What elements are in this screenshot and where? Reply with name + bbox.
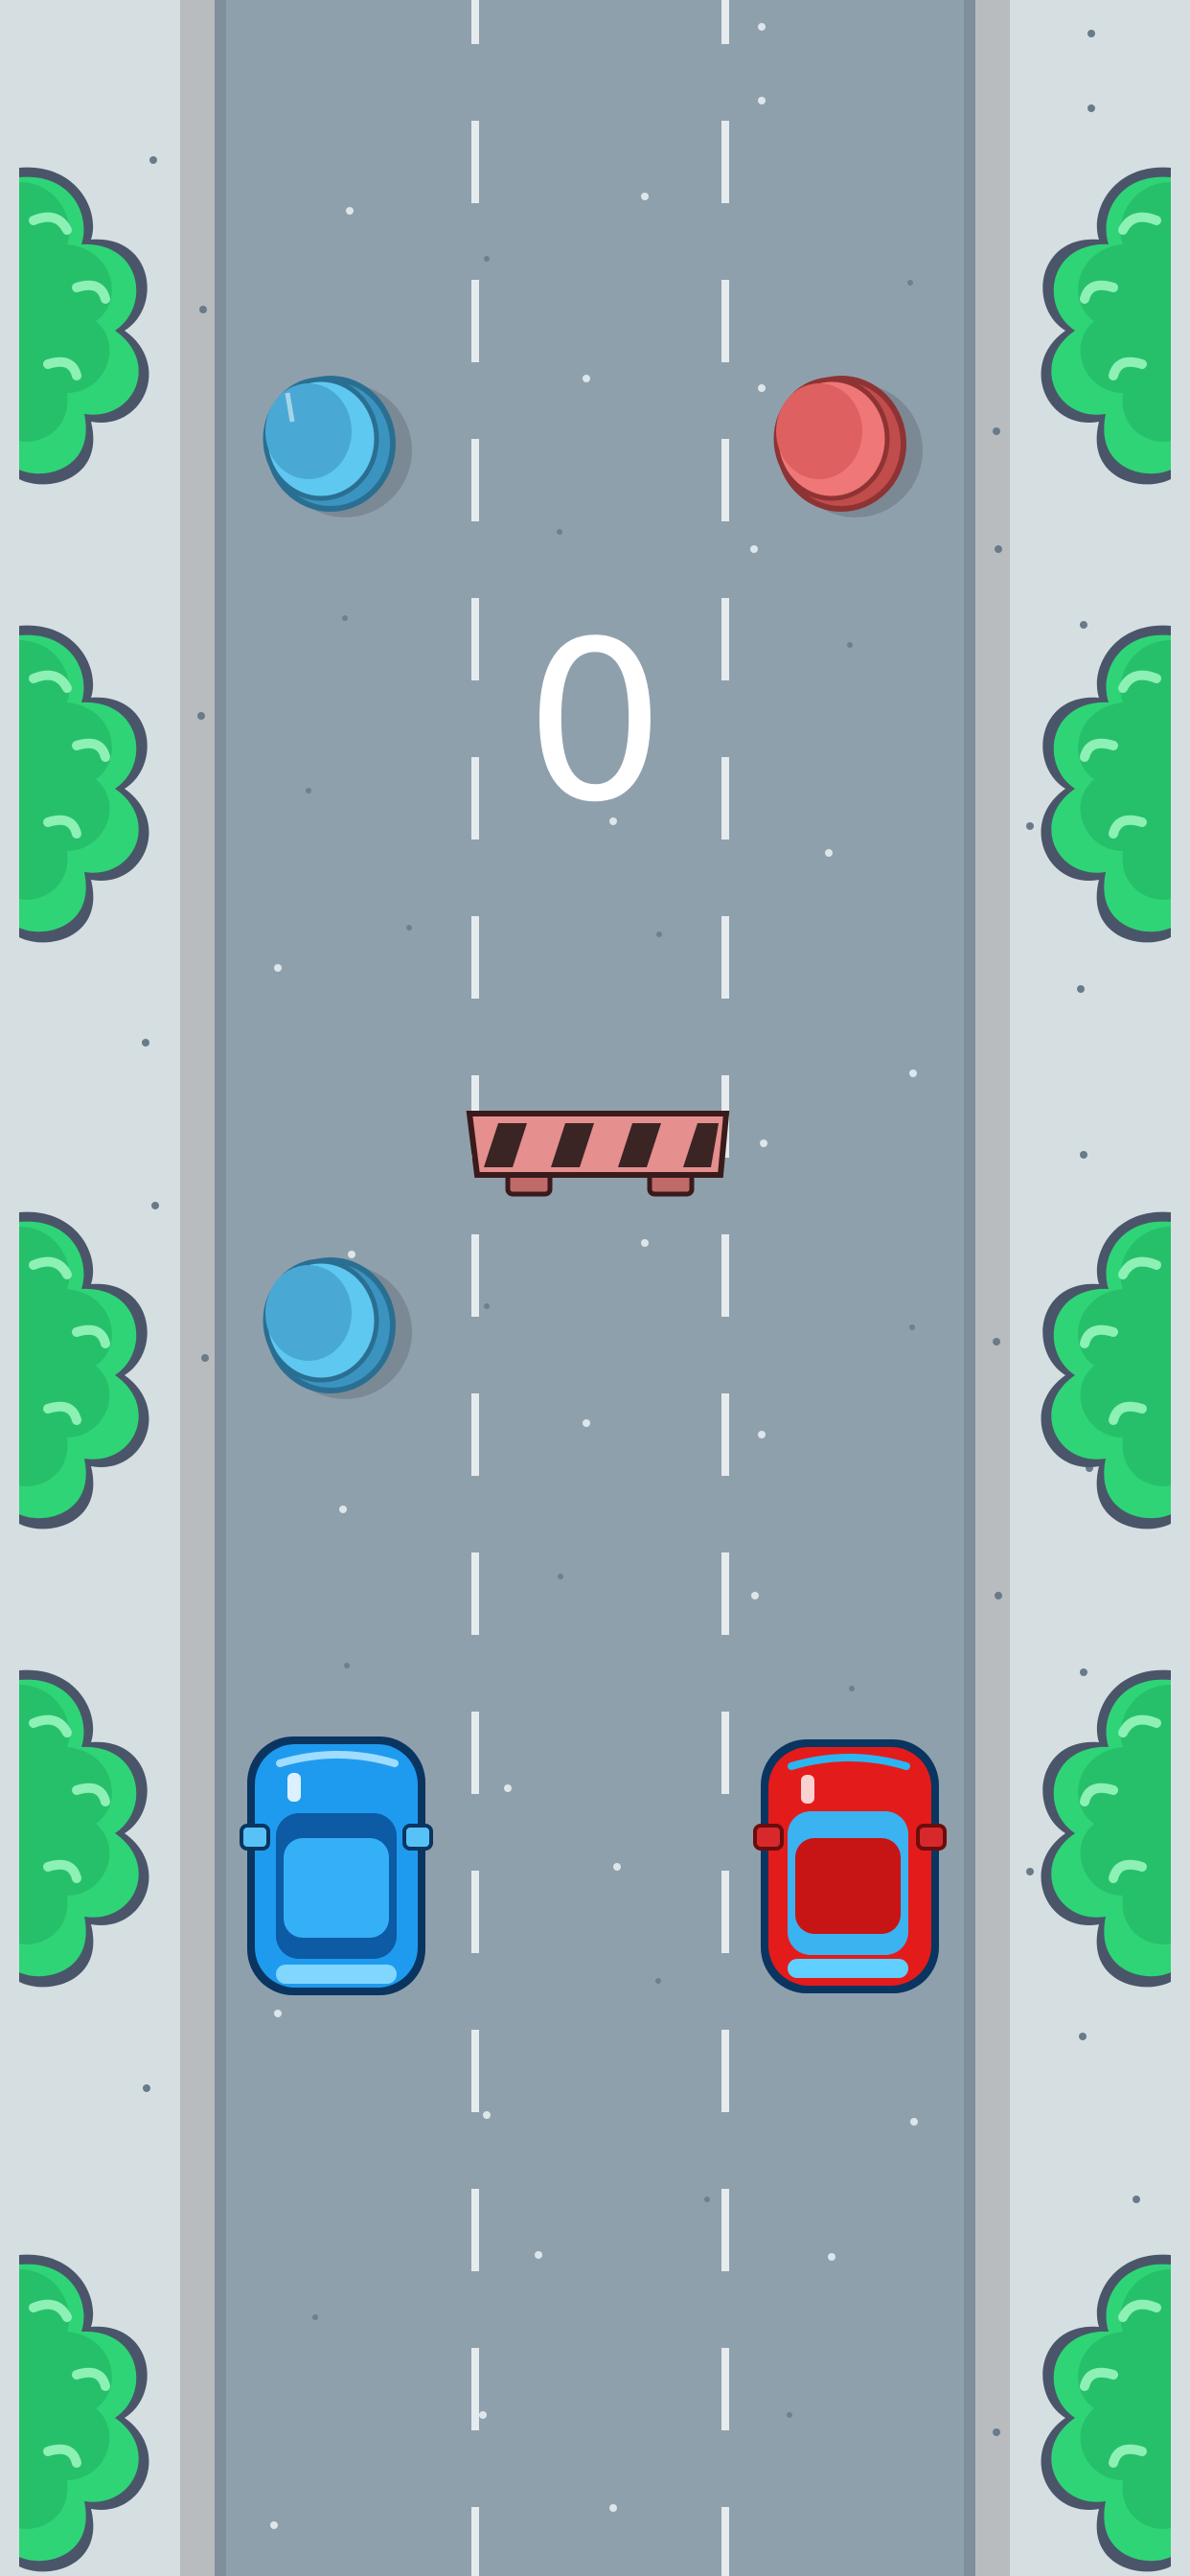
tree-left-4 bbox=[19, 1670, 149, 1988]
tree-right-3 bbox=[1041, 1212, 1171, 1530]
blue-coin-1 bbox=[263, 376, 412, 518]
red-car[interactable] bbox=[753, 1739, 947, 1993]
blue-coin-2 bbox=[263, 1257, 412, 1399]
tree-right-5 bbox=[1041, 2255, 1171, 2572]
tree-left-3 bbox=[19, 1212, 149, 1530]
tree-right-4 bbox=[1041, 1670, 1171, 1988]
tree-right-1 bbox=[1041, 168, 1171, 485]
tree-left-1 bbox=[19, 168, 149, 485]
red-coin bbox=[773, 376, 923, 518]
blue-car[interactable] bbox=[240, 1736, 433, 1995]
barrier bbox=[466, 1111, 730, 1197]
score-display: 0 bbox=[524, 595, 666, 851]
game-scene[interactable] bbox=[0, 0, 1190, 2576]
tree-left-5 bbox=[19, 2255, 149, 2572]
